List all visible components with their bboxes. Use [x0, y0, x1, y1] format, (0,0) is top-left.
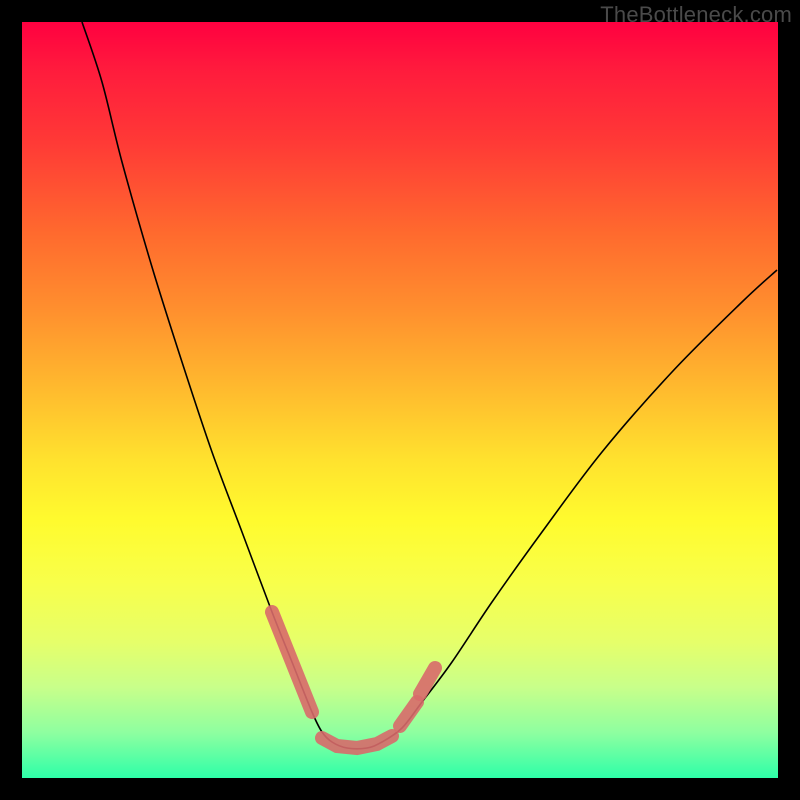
- chart-frame: [22, 22, 778, 778]
- optimal-range-highlight: [272, 612, 435, 748]
- highlight-segment: [272, 612, 312, 712]
- highlight-segment: [420, 668, 435, 694]
- chart-svg: [22, 22, 778, 778]
- highlight-segment: [400, 702, 417, 726]
- watermark-text: TheBottleneck.com: [600, 2, 792, 28]
- highlight-segment: [322, 736, 392, 748]
- bottleneck-curve: [82, 22, 777, 749]
